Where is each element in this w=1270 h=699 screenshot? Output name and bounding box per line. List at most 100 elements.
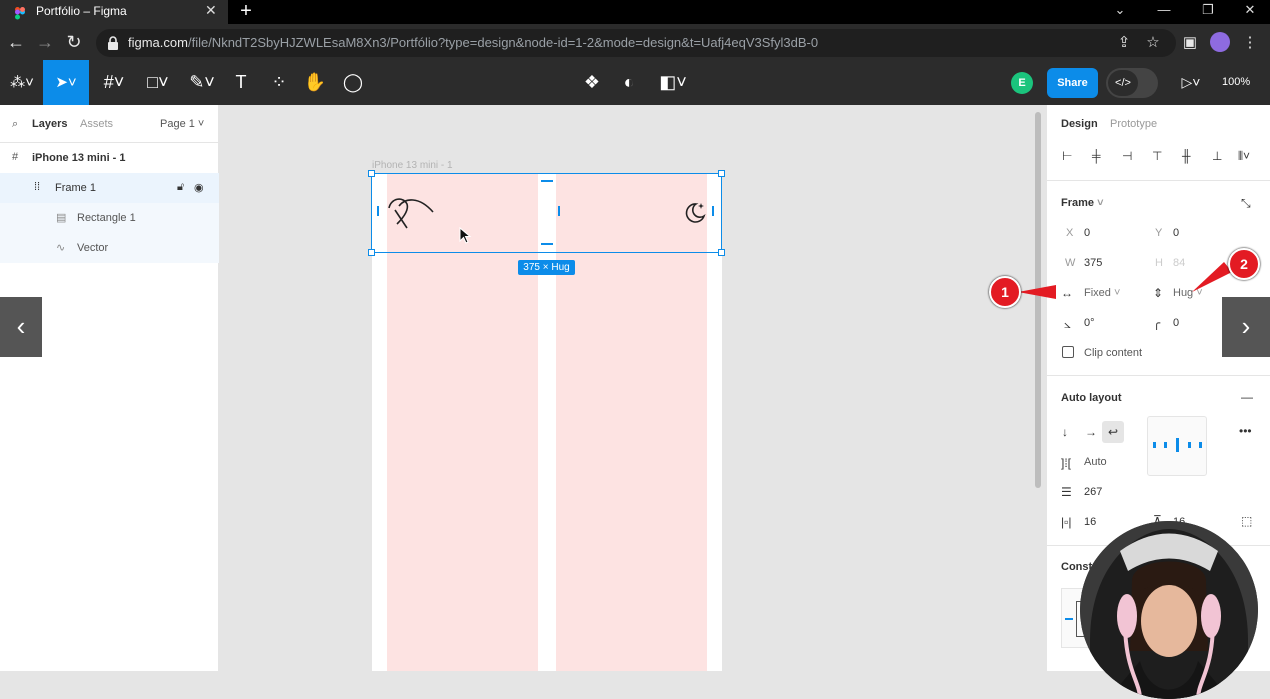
profile-avatar[interactable] xyxy=(1210,32,1230,52)
padding-handle[interactable] xyxy=(541,243,553,245)
align-left-icon[interactable]: ⊢ xyxy=(1062,149,1072,163)
y-input[interactable]: 0 xyxy=(1173,227,1179,239)
eye-icon[interactable]: ◉ xyxy=(194,181,204,194)
align-middle-v-icon[interactable]: ╫ xyxy=(1182,149,1191,163)
address-bar[interactable]: figma.com/file/NkndT2SbyHJZWLEsaM8Xn3/Po… xyxy=(96,29,1176,57)
resize-handle[interactable] xyxy=(718,249,725,256)
layer-name: Vector xyxy=(77,242,109,254)
resources-icon[interactable]: ⁘ xyxy=(266,60,292,105)
main-menu-icon[interactable]: ⁂˅ xyxy=(4,60,40,105)
browser-menu-icon[interactable]: ⋮ xyxy=(1240,33,1260,51)
resize-handle[interactable] xyxy=(368,170,375,177)
clip-content-checkbox[interactable] xyxy=(1062,346,1074,358)
frame-tool-icon[interactable]: #˅ xyxy=(96,60,132,105)
restore-icon[interactable]: ❐ xyxy=(1188,0,1228,24)
sidebar-icon[interactable]: ▣ xyxy=(1180,33,1200,51)
frame-section-title[interactable]: Frame ˅ xyxy=(1061,197,1104,209)
layer-row[interactable]: ▤ Rectangle 1 xyxy=(0,203,219,233)
wrap-direction-icon[interactable]: ↩ xyxy=(1102,421,1124,443)
dev-mode-toggle[interactable]: </> xyxy=(1106,68,1158,98)
spacing-handle[interactable] xyxy=(558,206,560,216)
search-icon[interactable]: ⌕ xyxy=(12,118,18,131)
rotation-input[interactable]: 0° xyxy=(1084,317,1095,329)
corner-radius-input[interactable]: 0 xyxy=(1173,317,1179,329)
spacing-value-input[interactable]: 267 xyxy=(1084,486,1102,498)
alignment-grid[interactable] xyxy=(1147,416,1207,476)
page-select[interactable]: Page 1 ˅ xyxy=(160,118,204,130)
bookmark-star-icon[interactable]: ☆ xyxy=(1143,33,1163,51)
reload-icon[interactable]: ↻ xyxy=(62,30,86,54)
previous-slide-button[interactable]: ‹ xyxy=(0,297,42,357)
vertical-direction-icon[interactable]: ↓ xyxy=(1062,425,1068,439)
individual-padding-icon[interactable]: ⬚ xyxy=(1241,514,1252,528)
move-tool-icon[interactable]: ➤˅ xyxy=(43,60,89,105)
new-tab-button[interactable]: + xyxy=(236,0,256,22)
minimize-icon[interactable]: — xyxy=(1144,0,1184,24)
code-icon: </> xyxy=(1108,70,1138,96)
tab-close-icon[interactable]: ✕ xyxy=(205,2,217,19)
divider xyxy=(1046,180,1270,181)
horizontal-resizing-select[interactable]: Fixed ˅ xyxy=(1084,287,1120,299)
layer-name: iPhone 13 mini - 1 xyxy=(32,152,126,164)
distribute-icon[interactable]: ⫴˅ xyxy=(1238,149,1250,164)
align-top-icon[interactable]: ⊤ xyxy=(1152,149,1162,163)
forward-icon[interactable]: → xyxy=(33,30,57,54)
resize-to-fit-icon[interactable]: ⤡ xyxy=(1241,196,1251,211)
padding-handle[interactable] xyxy=(712,206,714,216)
tab-assets[interactable]: Assets xyxy=(80,118,113,130)
hand-tool-icon[interactable]: ✋ xyxy=(302,60,328,105)
alignment-bar xyxy=(1188,442,1191,448)
mask-icon[interactable]: ◐ xyxy=(617,60,641,105)
horizontal-padding-input[interactable]: 16 xyxy=(1084,516,1096,528)
h-label: H xyxy=(1155,257,1163,269)
next-slide-button[interactable]: › xyxy=(1222,297,1270,357)
selection-box[interactable] xyxy=(371,173,722,253)
text-tool-icon[interactable]: T xyxy=(228,60,254,105)
x-label: X xyxy=(1066,227,1074,239)
browser-tab[interactable]: Portfólio – Figma ✕ xyxy=(0,0,228,24)
frame-label[interactable]: iPhone 13 mini - 1 xyxy=(372,160,453,171)
padding-handle[interactable] xyxy=(377,206,379,216)
more-options-icon[interactable]: ••• xyxy=(1239,424,1252,438)
shape-tool-icon[interactable]: □˅ xyxy=(140,60,176,105)
layer-row[interactable]: ∿ Vector xyxy=(0,233,219,263)
tab-prototype[interactable]: Prototype xyxy=(1110,118,1157,130)
present-icon[interactable]: ▷˅ xyxy=(1174,60,1208,105)
component-icon[interactable]: ❖ xyxy=(580,60,604,105)
tab-search-icon[interactable]: ⌄ xyxy=(1100,0,1140,24)
url-text: figma.com/file/NkndT2SbyHJZWLEsaM8Xn3/Po… xyxy=(128,35,818,50)
back-icon[interactable]: ← xyxy=(4,30,28,54)
arrow-2-icon xyxy=(1192,262,1232,292)
padding-handle[interactable] xyxy=(541,180,553,182)
url-path: /file/NkndT2SbyHJZWLEsaM8Xn3/Portfólio?t… xyxy=(187,35,819,50)
horizontal-direction-icon[interactable]: → xyxy=(1085,425,1097,439)
comment-tool-icon[interactable]: ◯ xyxy=(340,60,366,105)
height-input[interactable]: 84 xyxy=(1173,257,1185,269)
align-center-h-icon[interactable]: ╪ xyxy=(1092,149,1101,163)
spacing-mode-select[interactable]: Auto xyxy=(1084,456,1107,468)
user-avatar[interactable]: E xyxy=(1011,72,1033,94)
tab-layers[interactable]: Layers xyxy=(32,118,67,130)
width-input[interactable]: 375 xyxy=(1084,257,1102,269)
window-close-icon[interactable]: ✕ xyxy=(1230,0,1270,24)
layer-row[interactable]: # iPhone 13 mini - 1 xyxy=(0,143,219,173)
x-input[interactable]: 0 xyxy=(1084,227,1090,239)
spacing-icon: ]⁞[ xyxy=(1061,456,1072,470)
layer-row[interactable]: ⁞⁞ Frame 1 🔓︎ ◉ xyxy=(0,173,219,203)
annotation-marker-2: 2 xyxy=(1228,248,1260,280)
share-page-icon[interactable]: ⇪ xyxy=(1114,33,1134,51)
tab-design[interactable]: Design xyxy=(1061,118,1098,130)
rectangle-icon: ▤ xyxy=(56,212,67,224)
vector-icon: ∿ xyxy=(56,242,66,254)
boolean-icon[interactable]: ◧˅ xyxy=(655,60,691,105)
remove-auto-layout-icon[interactable]: — xyxy=(1241,390,1253,404)
auto-layout-title: Auto layout xyxy=(1061,392,1122,404)
unlock-icon[interactable]: 🔓︎ xyxy=(177,181,184,194)
share-button[interactable]: Share xyxy=(1047,68,1098,98)
zoom-select[interactable]: 100% xyxy=(1222,76,1250,88)
resize-handle[interactable] xyxy=(718,170,725,177)
align-right-icon[interactable]: ⊣ xyxy=(1122,149,1132,163)
pen-tool-icon[interactable]: ✎˅ xyxy=(184,60,220,105)
align-bottom-icon[interactable]: ⊥ xyxy=(1212,149,1222,163)
resize-handle[interactable] xyxy=(368,249,375,256)
